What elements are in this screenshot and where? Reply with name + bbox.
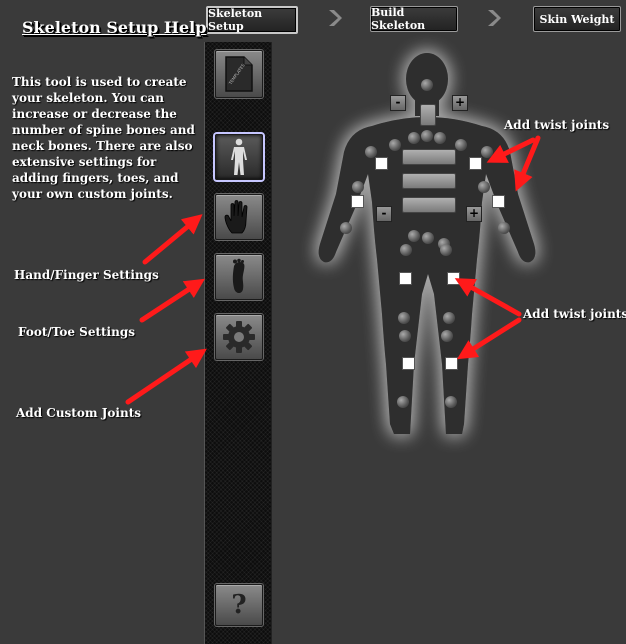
joint-elbow-left[interactable] — [352, 181, 364, 193]
neck-plus-button[interactable]: + — [452, 95, 468, 111]
spine-bar-1[interactable] — [402, 149, 456, 165]
foot-icon — [232, 258, 245, 294]
joint-head[interactable] — [421, 79, 433, 91]
joint-forearm-right[interactable] — [498, 222, 510, 234]
joint-pelvis-left[interactable] — [408, 230, 420, 242]
twist-joint-upperarm-left[interactable] — [375, 157, 388, 170]
joint-elbow-right[interactable] — [478, 181, 490, 193]
skeleton-body-button[interactable] — [215, 134, 263, 180]
chevron-right-icon — [329, 10, 342, 26]
joint-knee-left[interactable] — [399, 330, 411, 342]
neck-minus-button[interactable]: - — [390, 95, 406, 111]
body-icon — [231, 138, 247, 175]
joint-ankle-right[interactable] — [445, 396, 457, 408]
step-skeleton-setup[interactable]: Skeleton Setup — [206, 6, 298, 34]
spine-bar-3[interactable] — [402, 197, 456, 213]
joint-thigh-right[interactable] — [443, 312, 455, 324]
joint-hip-right[interactable] — [440, 244, 452, 256]
step-build-skeleton[interactable]: Build Skeleton — [370, 6, 458, 32]
joint-neck[interactable] — [421, 130, 433, 142]
callout-add-custom-joints: Add Custom Joints — [16, 406, 141, 420]
spine-plus-button[interactable]: + — [466, 206, 482, 222]
twist-joint-thigh-left[interactable] — [399, 272, 412, 285]
tool-sidebar: TEMPLATES ? — [204, 42, 272, 644]
joint-ankle-left[interactable] — [397, 396, 409, 408]
callout-hand-finger-settings: Hand/Finger Settings — [14, 268, 159, 282]
joint-upperarm-right[interactable] — [481, 146, 493, 158]
help-description: This tool is used to create your skeleto… — [12, 75, 195, 201]
custom-joints-button[interactable] — [215, 314, 263, 360]
templates-button[interactable]: TEMPLATES — [215, 50, 263, 98]
twist-joint-upperarm-right[interactable] — [469, 157, 482, 170]
joint-knee-right[interactable] — [441, 330, 453, 342]
question-icon: ? — [231, 590, 247, 620]
twist-joint-thigh-right[interactable] — [447, 272, 460, 285]
gear-icon — [223, 321, 255, 353]
joint-forearm-left[interactable] — [340, 222, 352, 234]
neck-bar[interactable] — [420, 104, 436, 126]
joint-shoulder-left[interactable] — [389, 139, 401, 151]
joint-clavicle-left[interactable] — [408, 132, 420, 144]
skeleton-body-panel: - + - + — [272, 34, 626, 644]
twist-joint-forearm-right[interactable] — [492, 195, 505, 208]
help-button[interactable]: ? — [215, 584, 263, 626]
twist-joint-shin-left[interactable] — [402, 357, 415, 370]
spine-bar-2[interactable] — [402, 173, 456, 189]
twist-joint-forearm-left[interactable] — [351, 195, 364, 208]
hand-icon — [224, 200, 248, 234]
arrow-to-custom-button — [125, 348, 207, 405]
twist-joint-shin-right[interactable] — [445, 357, 458, 370]
joint-hip-left[interactable] — [400, 244, 412, 256]
callout-foot-toe-settings: Foot/Toe Settings — [18, 325, 135, 339]
joint-shoulder-right[interactable] — [455, 139, 467, 151]
joint-thigh-left[interactable] — [398, 312, 410, 324]
help-title: Skeleton Setup Help — [22, 18, 207, 37]
chevron-right-icon — [488, 10, 501, 26]
joint-hip-center[interactable] — [422, 232, 434, 244]
spine-minus-button[interactable]: - — [376, 206, 392, 222]
joint-clavicle-right[interactable] — [434, 132, 446, 144]
foot-settings-button[interactable] — [215, 254, 263, 300]
step-skin-weight[interactable]: Skin Weight — [533, 6, 621, 32]
arrow-to-hand-button — [142, 214, 203, 265]
template-file-icon: TEMPLATES — [225, 56, 253, 92]
arrow-to-foot-button — [139, 278, 206, 323]
hand-settings-button[interactable] — [215, 194, 263, 240]
